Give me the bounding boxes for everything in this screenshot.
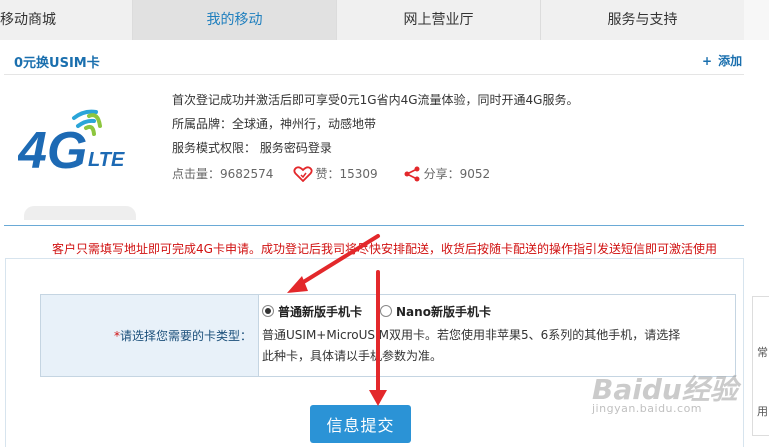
radio-group: 普通新版手机卡 Nano新版手机卡 (262, 301, 735, 321)
radio-label: Nano新版手机卡 (396, 304, 491, 319)
side-panel-char: 用 (757, 405, 768, 418)
radio-button-checked[interactable] (262, 305, 274, 317)
nav-tab-my-mobile[interactable]: 我的移动 (133, 0, 337, 40)
like-count: 赞：15309 (315, 167, 378, 181)
click-count: 点击量：9682574 (172, 167, 274, 181)
radio-option-normal-card[interactable]: 普通新版手机卡 (262, 303, 362, 320)
watermark-url: jingyan.baidu.com (592, 402, 703, 415)
svg-text:4G: 4G (18, 122, 87, 180)
plus-icon: + (702, 54, 713, 68)
share-count: 分享：9052 (423, 167, 491, 181)
card-type-description: 普通USIM+MicroUSIM双用卡。若您使用非苹果5、6系列的其他手机，请选… (262, 328, 681, 363)
product-brand: 所属品牌：全球通，神州行，动感地带 (172, 117, 377, 131)
nav-tab-online-hall[interactable]: 网上营业厅 (337, 0, 541, 40)
radio-option-nano-card[interactable]: Nano新版手机卡 (380, 303, 491, 320)
like-button[interactable]: 赞：15309 (293, 165, 378, 182)
card-type-form: * 请选择您需要的卡类型： 普通新版手机卡 Nano新版手机卡 普通USIM+Mi… (40, 294, 736, 377)
product-permission: 服务模式权限： 服务密码登录 (172, 141, 332, 155)
card-type-label: * 请选择您需要的卡类型： (41, 295, 259, 376)
side-panel-char: 常 (757, 346, 768, 359)
card-title: 0元换USIM卡 (14, 56, 100, 71)
section-divider (4, 225, 744, 226)
submit-button[interactable]: 信息提交 (310, 405, 411, 443)
share-button[interactable]: 分享：9052 (402, 165, 491, 182)
nav-tab-mall[interactable]: 移动商城 (0, 0, 133, 40)
svg-text:LTE: LTE (88, 149, 125, 171)
add-button[interactable]: + 添加 (702, 52, 742, 69)
top-nav: 移动商城 我的移动 网上营业厅 服务与支持 (0, 0, 744, 40)
card-type-options: 普通新版手机卡 Nano新版手机卡 普通USIM+MicroUSIM双用卡。若您… (259, 295, 735, 376)
4g-lte-logo: 4G LTE (18, 109, 125, 180)
product-description: 首次登记成功并激活后即可享受0元1G省内4G流量体验，同时开通4G服务。 (172, 93, 579, 107)
product-stats: 点击量：9682574 赞：15309 分享：9052 (172, 165, 490, 182)
card-type-label-text: 请选择您需要的卡类型： (119, 329, 252, 343)
add-label: 添加 (718, 54, 743, 68)
radio-button[interactable] (380, 305, 393, 317)
logo-reflection (24, 206, 136, 220)
nav-tab-service-support[interactable]: 服务与支持 (541, 0, 744, 40)
share-icon (404, 166, 420, 181)
heart-icon (293, 165, 313, 182)
notice-text: 客户只需填写地址即可完成4G卡申请。成功登记后我司将尽快安排配送，收货后按随卡配… (52, 242, 717, 256)
radio-label: 普通新版手机卡 (278, 304, 363, 319)
nav-right-edge (744, 0, 769, 40)
header-divider (4, 74, 744, 75)
